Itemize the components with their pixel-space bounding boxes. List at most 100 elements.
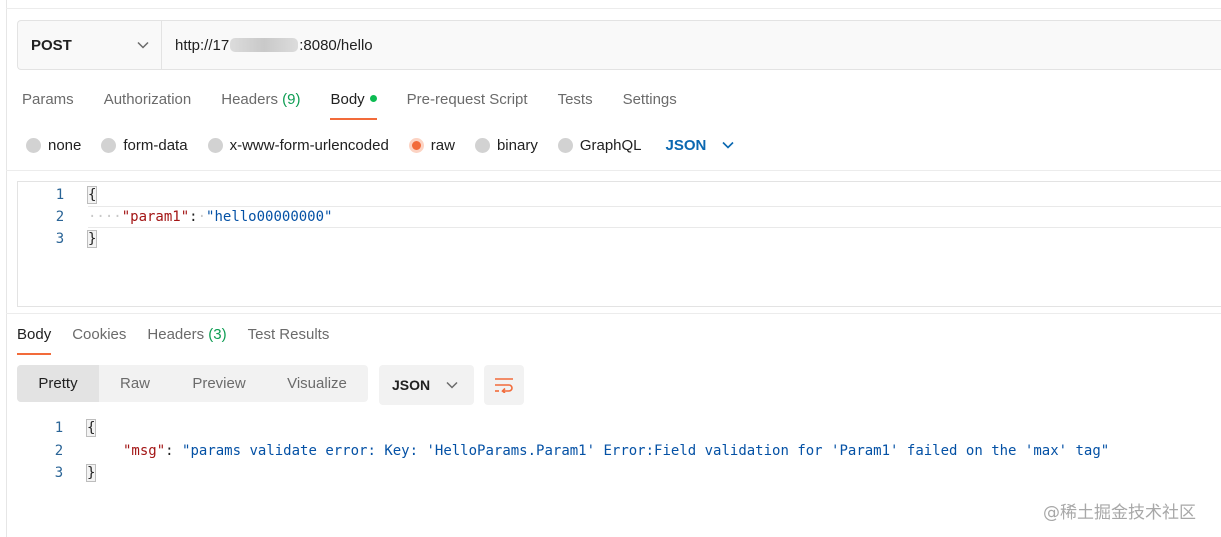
tab-tests[interactable]: Tests xyxy=(558,88,593,120)
code-text: } xyxy=(86,228,98,250)
url-redacted-blur xyxy=(230,38,299,52)
response-format-label: JSON xyxy=(392,377,431,393)
url-input[interactable]: http://17 :8080/hello xyxy=(162,21,1221,69)
radio-label: none xyxy=(48,136,82,154)
line-number: 3 xyxy=(55,231,65,247)
code-text: { xyxy=(86,184,98,206)
line-number: 1 xyxy=(54,420,64,436)
tab-body[interactable]: Body xyxy=(330,88,377,120)
close-brace: } xyxy=(85,464,97,482)
body-type-options: none form-data x-www-form-urlencoded raw… xyxy=(26,134,734,156)
request-tabs: Params Authorization Headers (9) Body Pr… xyxy=(22,88,707,120)
radio-icon xyxy=(26,137,41,153)
chevron-down-icon xyxy=(722,141,734,149)
response-tab-cookies[interactable]: Cookies xyxy=(72,324,126,355)
json-key: "param1" xyxy=(121,209,190,225)
response-tab-test-results[interactable]: Test Results xyxy=(248,324,330,355)
request-body-editor[interactable]: 1 { 2 ····"param1":·"hello00000000" 3 } xyxy=(17,181,1221,307)
tab-authorization[interactable]: Authorization xyxy=(104,88,192,120)
code-line: 2 "msg": "params validate error: Key: 'H… xyxy=(17,440,1221,462)
open-brace: { xyxy=(86,186,98,204)
code-text: { xyxy=(85,417,97,439)
top-divider xyxy=(6,8,1221,9)
code-line: 3 } xyxy=(17,462,1221,484)
line-number: 1 xyxy=(55,187,65,203)
radio-label: GraphQL xyxy=(579,136,642,154)
code-line: 1 { xyxy=(17,417,1221,439)
body-indicator-dot xyxy=(369,95,377,102)
body-type-graphql[interactable]: GraphQL xyxy=(557,136,642,154)
window-left-border xyxy=(6,0,7,537)
view-mode-group: Pretty Raw Preview Visualize xyxy=(17,365,368,402)
wrap-lines-icon xyxy=(495,378,513,393)
view-preview-button[interactable]: Preview xyxy=(171,365,267,402)
json-colon: : xyxy=(189,209,198,225)
tab-label: Settings xyxy=(622,91,677,108)
close-brace: } xyxy=(86,230,98,248)
radio-icon xyxy=(207,137,223,153)
line-number: 2 xyxy=(55,209,65,225)
tab-settings[interactable]: Settings xyxy=(623,88,677,120)
radio-label: binary xyxy=(496,136,538,154)
body-type-urlencoded[interactable]: x-www-form-urlencoded xyxy=(207,136,389,154)
tab-label: Headers xyxy=(221,91,278,108)
request-url-bar: POST http://17 :8080/hello xyxy=(17,20,1221,70)
tab-label: Params xyxy=(22,91,74,108)
tab-label: Authorization xyxy=(103,91,192,108)
body-type-binary[interactable]: binary xyxy=(474,136,538,154)
response-tab-body[interactable]: Body xyxy=(17,324,52,355)
response-tab-headers[interactable]: Headers (3) xyxy=(147,324,226,355)
code-text: } xyxy=(85,462,97,484)
line-number: 3 xyxy=(54,465,64,481)
code-text: "msg": "params validate error: Key: 'Hel… xyxy=(123,440,1109,462)
response-tabs: Body Cookies Headers (3) Test Results xyxy=(17,324,350,356)
tab-label: Cookies xyxy=(72,326,127,343)
json-value: "hello00000000" xyxy=(206,209,333,225)
json-colon: : xyxy=(165,443,174,459)
tab-label: Body xyxy=(330,91,365,108)
body-type-none[interactable]: none xyxy=(26,137,81,154)
url-text-suffix: :8080/hello xyxy=(299,36,373,54)
headers-count: (3) xyxy=(208,326,227,343)
indent-dots: ···· xyxy=(88,209,122,225)
tab-pre-request-script[interactable]: Pre-request Script xyxy=(407,88,528,120)
radio-icon xyxy=(557,137,573,153)
response-body-viewer: 1 { 2 "msg": "params validate error: Key… xyxy=(17,417,1221,487)
json-value: "params validate error: Key: 'HelloParam… xyxy=(182,443,1110,459)
view-pretty-button[interactable]: Pretty xyxy=(17,365,99,402)
wrap-lines-button[interactable] xyxy=(484,365,524,405)
response-format-select[interactable]: JSON xyxy=(379,365,474,405)
url-text-prefix: http://17 xyxy=(175,36,230,54)
code-line: 3 } xyxy=(18,228,1221,250)
radio-icon xyxy=(474,137,490,153)
tab-params[interactable]: Params xyxy=(22,88,74,120)
body-language-label: JSON xyxy=(665,136,707,154)
tab-label: Headers xyxy=(147,326,205,343)
view-raw-button[interactable]: Raw xyxy=(99,365,171,402)
tab-label: Pre-request Script xyxy=(406,91,528,108)
tab-label: Test Results xyxy=(247,326,330,343)
body-type-form-data[interactable]: form-data xyxy=(101,137,188,154)
watermark: @稀土掘金技术社区 xyxy=(1043,503,1196,523)
radio-label: x-www-form-urlencoded xyxy=(229,136,389,154)
tab-label: Tests xyxy=(557,91,593,108)
code-text: ····"param1":·"hello00000000" xyxy=(88,209,333,225)
radio-checked-icon xyxy=(408,137,424,153)
line-number: 2 xyxy=(54,443,64,459)
section-divider xyxy=(6,170,1221,171)
response-divider xyxy=(6,313,1221,314)
chevron-down-icon xyxy=(137,41,149,49)
chevron-down-icon xyxy=(446,381,458,389)
radio-icon xyxy=(101,137,117,153)
body-type-raw[interactable]: raw xyxy=(408,136,455,154)
tab-headers[interactable]: Headers (9) xyxy=(221,88,300,120)
body-language-select[interactable]: JSON xyxy=(666,137,735,154)
view-visualize-button[interactable]: Visualize xyxy=(267,365,367,402)
code-line-active: 2 ····"param1":·"hello00000000" xyxy=(18,206,1221,228)
headers-count: (9) xyxy=(282,91,301,108)
tab-label: Body xyxy=(17,326,52,343)
method-select[interactable]: POST xyxy=(18,21,162,69)
radio-label: raw xyxy=(430,136,455,154)
method-label: POST xyxy=(31,36,72,54)
json-key: "msg" xyxy=(123,443,166,459)
